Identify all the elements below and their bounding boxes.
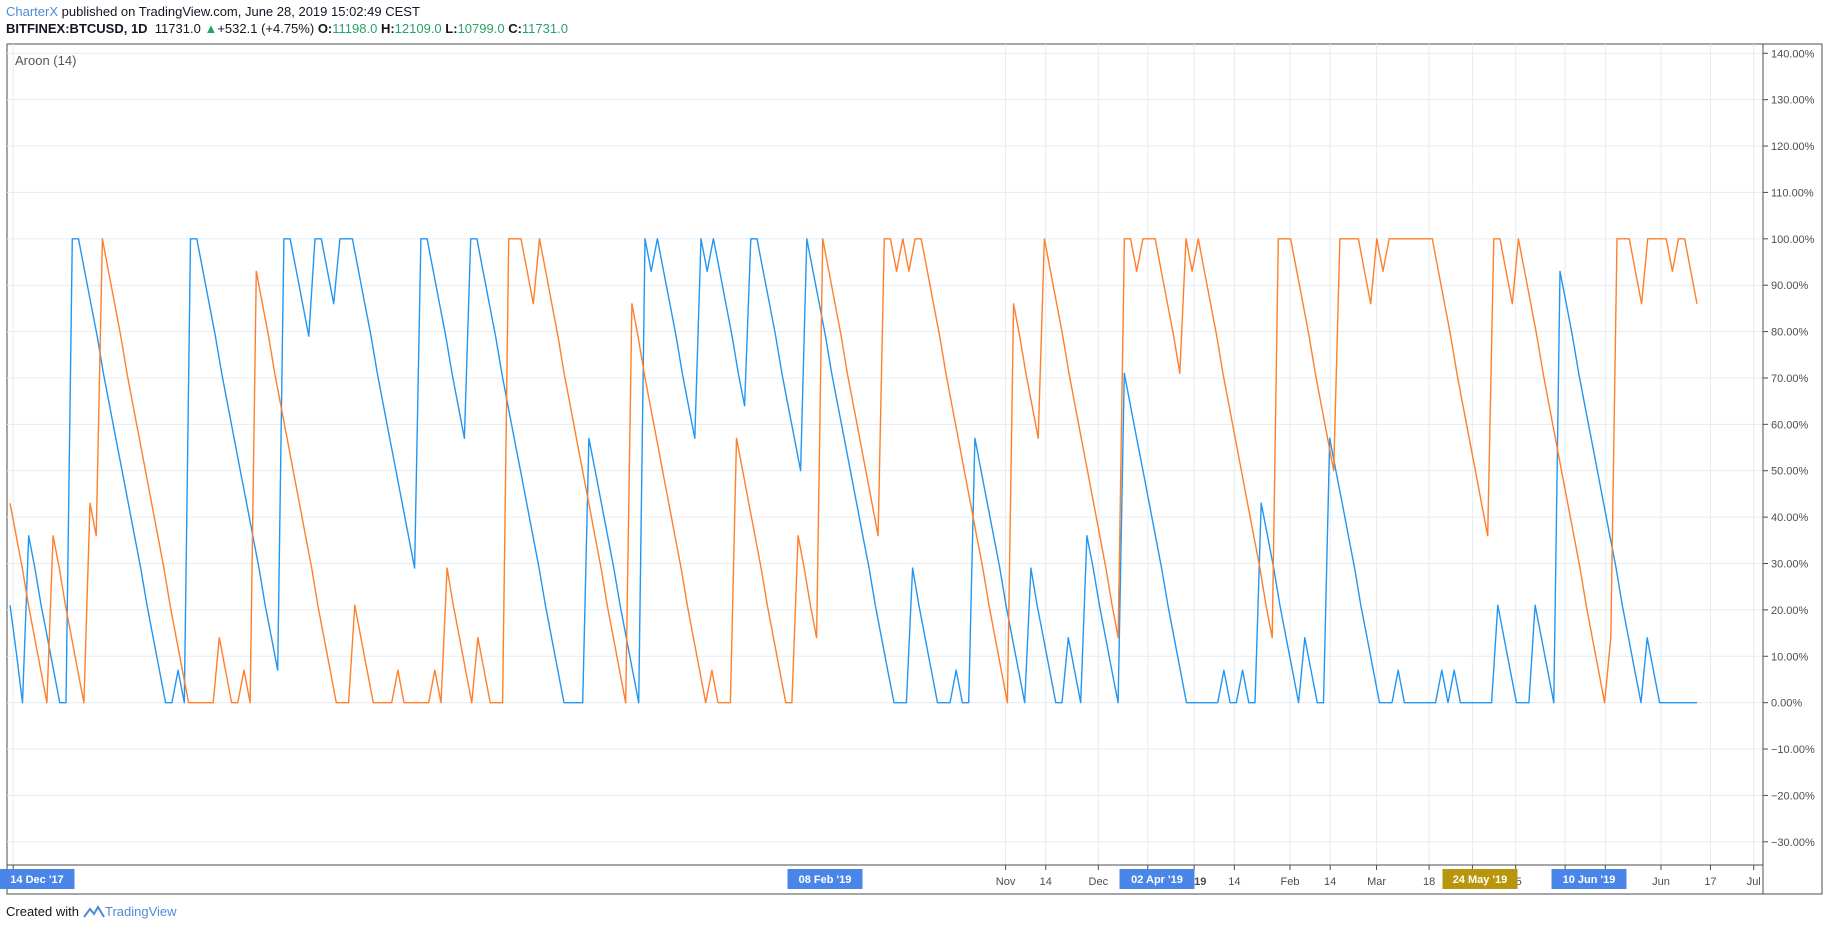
y-tick-label: 10.00%	[1771, 651, 1809, 663]
y-tick-label: 60.00%	[1771, 419, 1809, 431]
x-tick-label: Nov	[996, 876, 1016, 888]
x-tick-label: Jun	[1652, 876, 1670, 888]
x-tick-label: Mar	[1367, 876, 1386, 888]
aroon-chart[interactable]: −30.00% −20.00% −10.00% 0.00% 10.00% 20.00% 30…	[0, 0, 1828, 930]
y-tick-label: 120.00%	[1771, 141, 1815, 153]
indicator-title[interactable]: Aroon (14)	[15, 53, 76, 68]
created-with-text: Created with	[6, 904, 79, 919]
tradingview-logo-icon	[83, 904, 105, 918]
chart-border	[6, 43, 1823, 895]
y-tick-label: 110.00%	[1771, 187, 1814, 199]
date-marker-label: 02 Apr '19	[1131, 874, 1183, 886]
y-tick-label: 20.00%	[1771, 605, 1809, 617]
y-tick-label: −20.00%	[1771, 790, 1815, 802]
x-tick-label: 14	[1040, 876, 1052, 888]
y-tick-label: −10.00%	[1771, 744, 1815, 756]
tradingview-link[interactable]: TradingView	[83, 904, 177, 919]
x-tick-label: 17	[1704, 876, 1716, 888]
x-tick-label: Feb	[1281, 876, 1300, 888]
y-tick-label: 40.00%	[1771, 512, 1809, 524]
y-tick-label: 50.00%	[1771, 466, 1809, 478]
y-tick-label: 100.00%	[1771, 234, 1815, 246]
date-marker-label: 10 Jun '19	[1563, 874, 1616, 886]
tradingview-brand: TradingView	[104, 904, 177, 919]
y-tick-label: 140.00%	[1771, 48, 1815, 60]
y-tick-label: −30.00%	[1771, 837, 1815, 849]
y-tick-label: 0.00%	[1771, 698, 1802, 710]
x-tick-label: 14	[1324, 876, 1336, 888]
date-marker-label: 24 May '19	[1453, 874, 1508, 886]
x-tick-label: 14	[1228, 876, 1240, 888]
x-tick-label: Jul	[1747, 876, 1761, 888]
y-tick-label: 130.00%	[1771, 95, 1815, 107]
y-tick-label: 90.00%	[1771, 280, 1809, 292]
y-tick-label: 80.00%	[1771, 327, 1809, 339]
y-tick-label: 30.00%	[1771, 559, 1809, 571]
x-tick-label: 18	[1423, 876, 1435, 888]
x-tick-label: Dec	[1089, 876, 1109, 888]
footer: Created with TradingView	[6, 904, 177, 919]
date-marker-label: 14 Dec '17	[10, 874, 63, 886]
y-tick-label: 70.00%	[1771, 373, 1809, 385]
date-marker-label: 08 Feb '19	[799, 874, 852, 886]
